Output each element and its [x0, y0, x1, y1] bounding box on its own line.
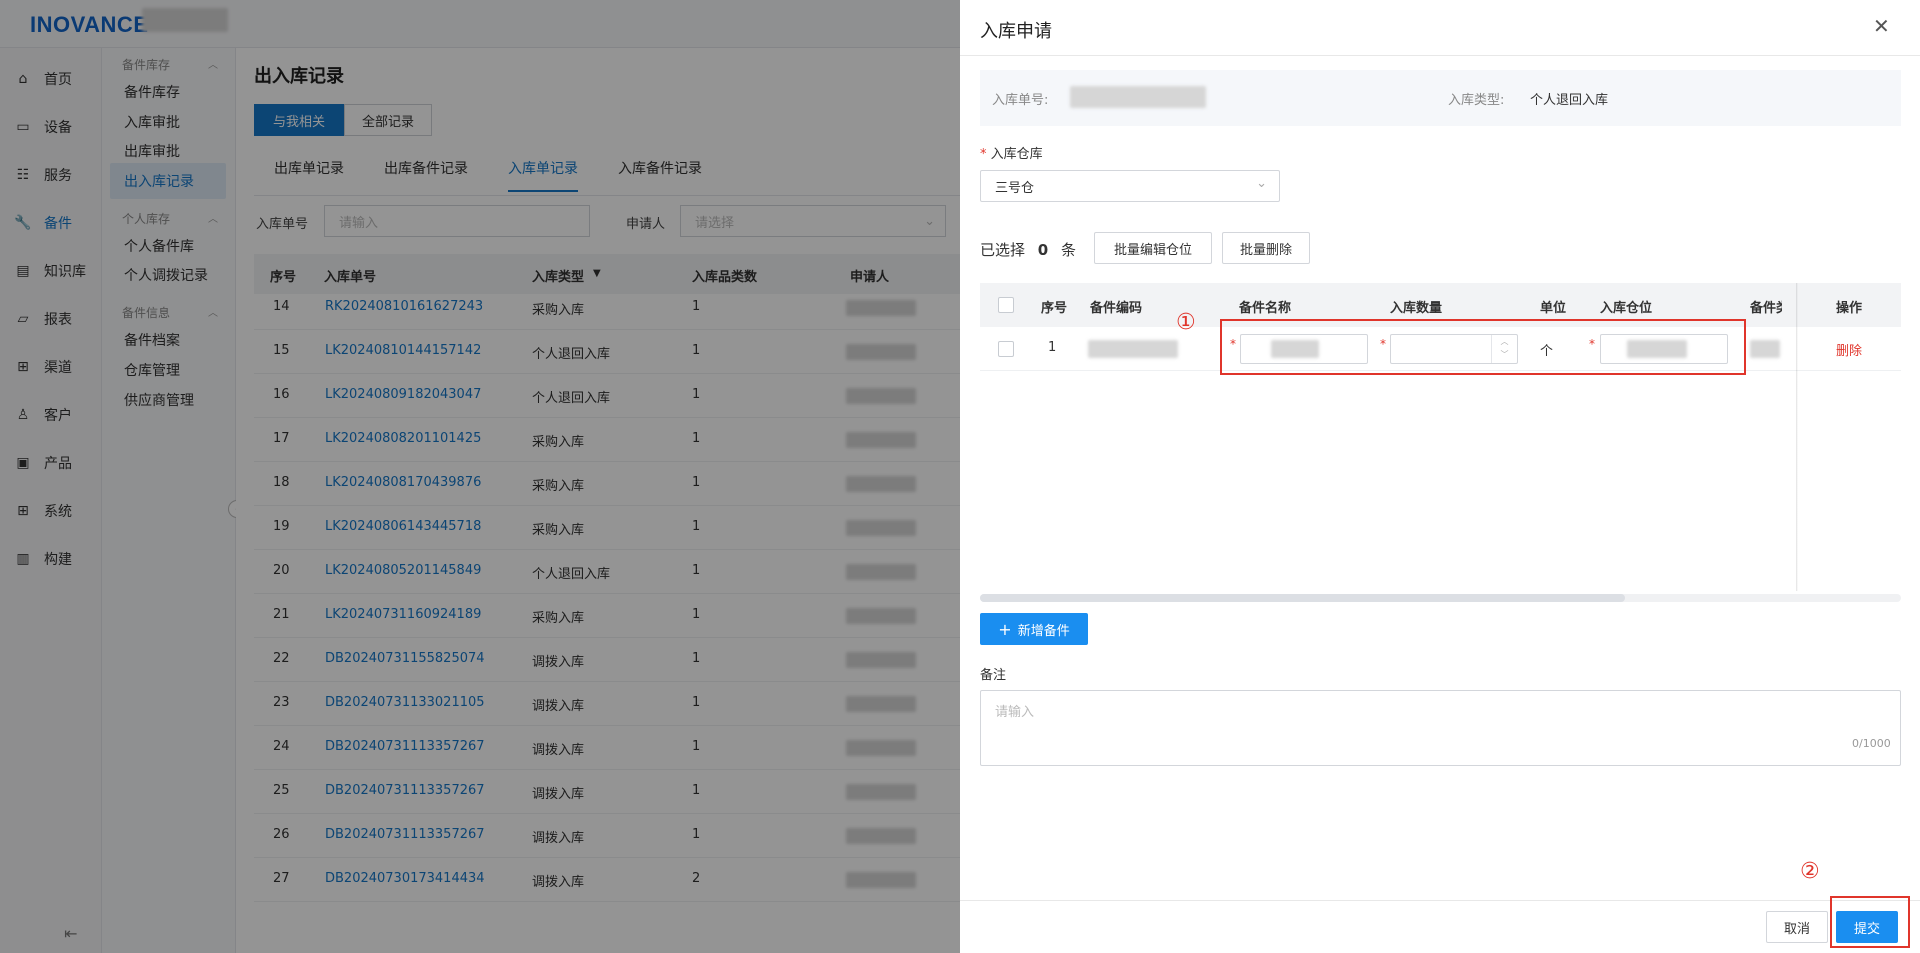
annotation-box-submit [1830, 896, 1910, 948]
type-value: 个人退回入库 [1530, 93, 1609, 108]
col2-category: 备件类别 [1750, 301, 1782, 316]
fixed-column-shadow [1796, 283, 1798, 591]
selected-prefix: 已选择 [980, 241, 1026, 259]
annotation-marker-1: ① [1176, 310, 1196, 335]
batch-edit-location-button[interactable]: 批量编辑仓位 [1094, 232, 1212, 264]
annotation-box-row-fields [1220, 319, 1746, 375]
col2-unit: 单位 [1540, 301, 1567, 316]
drawer-header-divider [960, 55, 1920, 56]
remark-counter: 0/1000 [1852, 737, 1891, 750]
type-label: 入库类型: [1448, 93, 1505, 108]
add-part-button[interactable]: + 新增备件 [980, 613, 1088, 645]
row-checkbox[interactable] [998, 341, 1014, 357]
col2-location: 入库仓位 [1600, 301, 1653, 316]
col2-name: 备件名称 [1239, 301, 1292, 316]
col2-no: 序号 [1041, 301, 1068, 316]
plus-icon: + [998, 619, 1012, 639]
warehouse-label: * 入库仓库 [980, 143, 1043, 162]
part-code-blurred [1088, 340, 1178, 358]
selected-suffix: 条 [1061, 241, 1077, 259]
warehouse-label-text: 入库仓库 [990, 147, 1043, 162]
selected-count-text: 已选择 0 条 [980, 239, 1076, 260]
add-part-label: 新增备件 [1017, 623, 1070, 639]
warehouse-value: 三号仓 [995, 180, 1035, 196]
warehouse-select[interactable]: 三号仓 ⌄ [980, 170, 1280, 202]
chevron-down-icon: ⌄ [1256, 176, 1267, 191]
order-info-box: 入库单号: 入库类型: 个人退回入库 [980, 70, 1901, 126]
delete-row-link[interactable]: 删除 [1836, 340, 1862, 359]
row-no: 1 [1048, 340, 1057, 355]
category-blurred [1750, 340, 1780, 358]
select-all-checkbox[interactable] [998, 297, 1014, 313]
col2-action: 操作 [1836, 301, 1863, 316]
order-no-label: 入库单号: [992, 93, 1049, 108]
inbound-request-drawer [960, 0, 1920, 953]
modal-overlay[interactable] [0, 0, 960, 953]
annotation-marker-2: ② [1800, 859, 1820, 884]
order-no-value-blurred [1070, 86, 1206, 108]
drawer-title: 入库申请 [980, 21, 1052, 42]
selected-count: 0 [1037, 241, 1049, 259]
required-mark: * [980, 147, 991, 162]
drawer-footer-divider [960, 900, 1920, 901]
batch-delete-button[interactable]: 批量删除 [1222, 232, 1310, 264]
col2-code: 备件编码 [1090, 301, 1143, 316]
remark-textarea[interactable]: 请输入 [980, 690, 1901, 766]
remark-label: 备注 [980, 668, 1007, 683]
table-hscroll-thumb[interactable] [980, 594, 1625, 602]
close-icon[interactable]: ✕ [1873, 14, 1890, 38]
col2-qty: 入库数量 [1390, 301, 1443, 316]
cancel-button[interactable]: 取消 [1766, 911, 1828, 943]
